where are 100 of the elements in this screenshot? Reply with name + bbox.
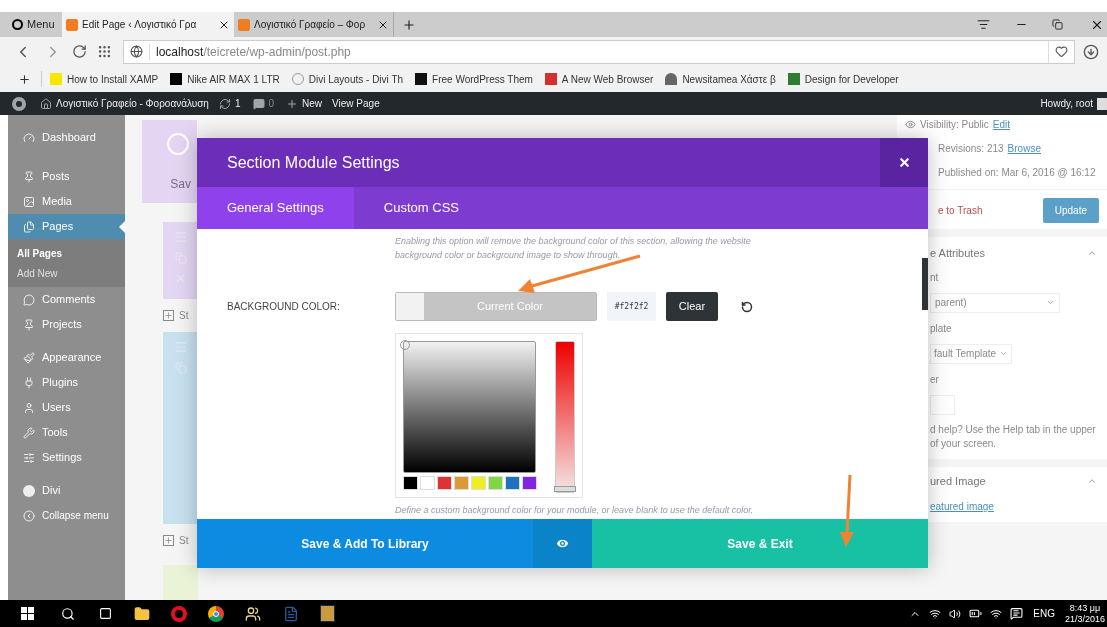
view-page-link[interactable]: View Page: [332, 96, 380, 111]
close-icon: [897, 156, 911, 169]
save-to-library-button[interactable]: Save & Add To Library: [197, 519, 533, 568]
reset-icon[interactable]: [741, 300, 753, 313]
sidebar-item[interactable]: Collapse menu: [8, 503, 125, 528]
modal-tab[interactable]: General Settings: [197, 187, 354, 229]
new-tab-icon[interactable]: [402, 17, 416, 32]
browser-tab[interactable]: Edit Page ‹ Λογιστικό Γρα: [62, 12, 234, 37]
filter-icon[interactable]: [977, 18, 990, 31]
color-swatch[interactable]: [505, 476, 520, 490]
volume-icon[interactable]: [949, 607, 962, 620]
people-app-icon[interactable]: [245, 605, 261, 622]
bookmark-item[interactable]: Newsitamea Χάστε β: [665, 71, 776, 87]
comments-link[interactable]: 0: [252, 96, 275, 111]
bookmark-item[interactable]: A New Web Browser: [544, 71, 654, 87]
wifi-icon[interactable]: [990, 607, 1003, 620]
task-view-icon[interactable]: [99, 607, 112, 620]
bookmark-item[interactable]: Free WordPress Them: [415, 71, 533, 87]
parent-select[interactable]: parent): [930, 292, 1060, 313]
submenu-item[interactable]: Add New: [8, 263, 125, 283]
restore-icon[interactable]: [1052, 19, 1063, 30]
browse-link[interactable]: Browse: [1007, 140, 1041, 156]
sidebar-item[interactable]: Divi: [8, 478, 125, 503]
sidebar-item[interactable]: Settings: [8, 445, 125, 470]
home-icon: [40, 97, 52, 110]
add-icon[interactable]: [163, 534, 174, 546]
bookmark-icon: [544, 73, 557, 85]
duplicate-icon: [174, 251, 187, 264]
saturation-area[interactable]: [403, 341, 536, 473]
color-swatch[interactable]: [454, 476, 469, 490]
xampp-logo-icon: [66, 18, 78, 31]
start-icon[interactable]: [21, 607, 34, 620]
add-row-text[interactable]: St: [179, 307, 189, 323]
featured-image-link[interactable]: eatured image: [930, 499, 1097, 514]
reload-icon[interactable]: [72, 44, 87, 59]
bookmark-item[interactable]: Design for Developer: [787, 71, 899, 87]
sidebar-item[interactable]: Plugins: [8, 370, 125, 395]
bookmark-item[interactable]: Nike AIR MAX 1 LTR: [170, 71, 280, 87]
template-select[interactable]: fault Template: [930, 343, 1012, 364]
chrome-app-icon[interactable]: [208, 605, 224, 622]
color-swatch[interactable]: [403, 476, 418, 490]
speed-dial-icon[interactable]: [97, 44, 112, 59]
sidebar-item[interactable]: Pages: [8, 214, 125, 239]
modal-tab[interactable]: Custom CSS: [353, 187, 489, 229]
submenu-item[interactable]: All Pages: [8, 243, 125, 263]
hex-field[interactable]: #f2f2f2: [607, 292, 656, 321]
battery-icon[interactable]: [969, 607, 983, 620]
scrollbar-thumb[interactable]: [922, 258, 928, 310]
edit-link[interactable]: Edit: [992, 116, 1010, 132]
hue-slider[interactable]: [555, 341, 575, 493]
new-link[interactable]: New: [286, 96, 323, 111]
sidebar-item[interactable]: Users: [8, 395, 125, 420]
network-icon[interactable]: [929, 607, 942, 620]
trash-link[interactable]: e to Trash: [938, 203, 983, 218]
notification-icon[interactable]: [1010, 607, 1024, 620]
sidebar-item[interactable]: Projects: [8, 312, 125, 337]
color-swatch[interactable]: [437, 476, 452, 490]
add-bookmark-icon[interactable]: [18, 72, 31, 86]
opera-app-icon[interactable]: [171, 605, 187, 622]
sidebar-item[interactable]: Dashboard: [8, 125, 125, 150]
updates-link[interactable]: 1: [218, 96, 241, 111]
clear-button[interactable]: Clear: [666, 292, 718, 321]
sidebar-item[interactable]: Comments: [8, 287, 125, 312]
site-link[interactable]: Λογιστικό Γραφείο - Φοροανάλυση: [40, 96, 209, 111]
language-indicator[interactable]: ENG: [1033, 606, 1055, 621]
color-swatch[interactable]: [522, 476, 537, 490]
game-app-icon[interactable]: [320, 605, 335, 622]
search-icon[interactable]: [61, 606, 75, 621]
address-field[interactable]: localhost/teicrete/wp-admin/post.php: [123, 39, 1075, 64]
add-icon[interactable]: [163, 309, 174, 321]
hue-slider-handle[interactable]: [554, 486, 576, 492]
bookmark-icon: [415, 73, 428, 85]
bookmark-item[interactable]: How to Install XAMP: [50, 71, 159, 87]
update-button[interactable]: Update: [1042, 198, 1099, 223]
word-app-icon[interactable]: [283, 605, 299, 622]
builder-section: [163, 564, 198, 600]
color-swatch[interactable]: [488, 476, 503, 490]
sidebar-item[interactable]: Tools: [8, 420, 125, 445]
help-text: d help? Use the Help tab in the upper: [930, 422, 1097, 437]
bookmark-item[interactable]: Divi Layouts - Divi Th: [291, 71, 404, 87]
order-field[interactable]: [930, 394, 955, 415]
color-swatch[interactable]: [420, 476, 435, 490]
save-exit-button[interactable]: Save & Exit: [592, 519, 928, 568]
save-text: Sav: [170, 176, 191, 193]
wordpress-logo-icon[interactable]: [12, 96, 26, 111]
color-swatch[interactable]: [471, 476, 486, 490]
sidebar-item[interactable]: Appearance: [8, 345, 125, 370]
greeting-link[interactable]: Howdy, root: [1040, 96, 1093, 111]
add-row-text[interactable]: St: [179, 532, 189, 548]
sidebar-item[interactable]: Media: [8, 189, 125, 214]
parent-label: nt: [930, 270, 940, 285]
chevron-down-icon: [1046, 298, 1055, 307]
heart-icon[interactable]: [1055, 45, 1068, 58]
clock[interactable]: 8:43 μμ 21/3/2016: [1064, 602, 1105, 625]
modal-title: Section Module Settings: [227, 152, 401, 173]
help-text: Enabling this option will remove the background color of this section, allowing the website background color or background image to show through.: [395, 235, 752, 262]
folder-icon[interactable]: [134, 605, 150, 622]
browser-menu-button[interactable]: Menu: [8, 12, 62, 37]
sidebar-item[interactable]: Posts: [8, 164, 125, 189]
download-icon[interactable]: [1083, 43, 1099, 60]
